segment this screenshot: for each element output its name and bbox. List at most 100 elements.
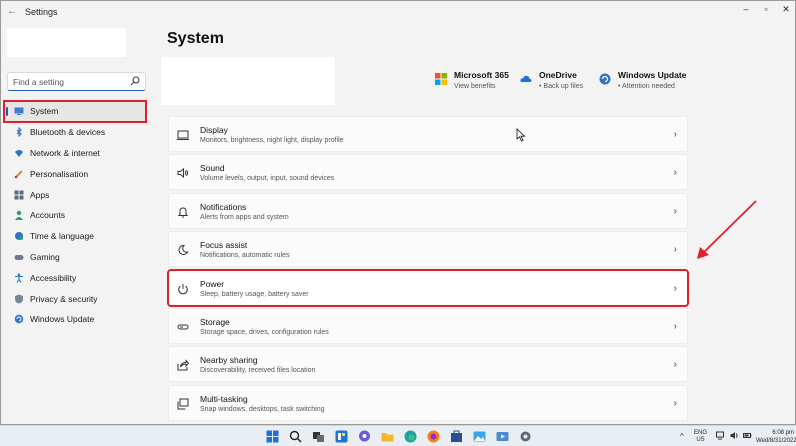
task-view-icon[interactable] — [312, 430, 325, 443]
minimize-icon[interactable]: – — [737, 4, 755, 14]
row-title: Multi-tasking — [200, 393, 248, 404]
cloud-icon — [520, 75, 532, 82]
quick-link-onedrive[interactable]: OneDrive • Back up files — [520, 70, 583, 90]
photos-icon[interactable] — [473, 430, 486, 443]
multitask-icon — [177, 398, 189, 410]
chevron-right-icon: › — [673, 359, 677, 371]
accessibility-icon — [14, 273, 24, 283]
row-title: Sound — [200, 163, 225, 174]
clock-time: 6:08 pm — [772, 430, 794, 436]
row-subtitle: Discoverability, received files location — [200, 367, 316, 375]
profile-card[interactable] — [7, 28, 126, 57]
row-title: Power — [200, 278, 225, 289]
sidebar-item-apps[interactable]: Apps — [4, 184, 146, 205]
sidebar-item-windows-update[interactable]: Windows Update — [4, 309, 146, 330]
selection-indicator — [6, 107, 8, 116]
search-box[interactable] — [7, 72, 146, 91]
microsoft-logo-icon — [435, 73, 447, 85]
device-info-card[interactable] — [161, 57, 335, 105]
wifi-icon — [14, 148, 24, 158]
chevron-right-icon: › — [673, 129, 677, 140]
app-title: Settings — [25, 7, 58, 17]
windows-start-icon[interactable] — [266, 430, 279, 443]
clock-date: Wed/8/31/2022 — [756, 438, 796, 444]
chevron-right-icon: › — [673, 282, 677, 294]
sidebar-item-label: Personalisation — [30, 168, 89, 179]
search-icon[interactable] — [289, 430, 302, 443]
sidebar-item-label: Privacy & security — [30, 293, 98, 304]
settings-row-storage[interactable]: Storage Storage space, drives, configura… — [168, 307, 688, 344]
sidebar-item-label: Bluetooth & devices — [30, 127, 106, 138]
close-icon[interactable]: ✕ — [777, 4, 795, 15]
file-explorer-icon[interactable] — [381, 430, 394, 443]
sidebar-item-personalisation[interactable]: Personalisation — [4, 163, 146, 184]
search-input[interactable] — [13, 75, 123, 89]
update-icon — [599, 73, 611, 85]
volume-icon[interactable] — [730, 431, 739, 440]
sidebar-item-privacy-security[interactable]: Privacy & security — [4, 288, 146, 309]
sidebar-item-label: Time & language — [30, 231, 94, 242]
sidebar-item-bluetooth[interactable]: Bluetooth & devices — [4, 122, 146, 143]
store-icon[interactable] — [450, 430, 463, 443]
row-subtitle: Sleep, battery usage, battery saver — [200, 290, 309, 298]
network-icon[interactable] — [716, 431, 725, 440]
shield-icon — [14, 294, 24, 304]
settings-row-sound[interactable]: Sound Volume levels, output, input, soun… — [168, 154, 688, 191]
maximize-icon[interactable]: ▫ — [757, 4, 775, 14]
row-subtitle: Storage space, drives, configuration rul… — [200, 328, 329, 336]
person-icon — [14, 210, 24, 221]
widgets-icon[interactable] — [335, 430, 348, 443]
row-title: Display — [200, 125, 228, 135]
row-subtitle: Alerts from apps and system — [200, 213, 289, 221]
settings-row-nearby-sharing[interactable]: Nearby sharing Discoverability, received… — [168, 346, 688, 383]
globe-clock-icon — [14, 231, 24, 241]
settings-row-notifications[interactable]: Notifications Alerts from apps and syste… — [168, 192, 688, 229]
language-indicator[interactable]: ENG US — [694, 430, 707, 444]
settings-gear-icon[interactable] — [519, 430, 532, 443]
settings-row-display[interactable]: Display Monitors, brightness, night ligh… — [168, 116, 688, 152]
moon-icon — [178, 245, 189, 256]
annotation-arrow-icon — [697, 200, 757, 259]
sidebar-item-accounts[interactable]: Accounts — [4, 205, 146, 226]
clock[interactable]: 6:08 pm Wed/8/31/2022 — [756, 429, 796, 445]
storage-icon — [177, 324, 189, 330]
region-code: US — [696, 437, 705, 443]
sidebar-item-accessibility[interactable]: Accessibility — [4, 267, 146, 288]
sidebar-item-label: Gaming — [30, 251, 60, 262]
settings-row-multi-tasking[interactable]: Multi-tasking Snap windows, desktops, ta… — [168, 384, 688, 421]
media-icon[interactable] — [496, 430, 509, 443]
update-icon — [14, 314, 24, 324]
sidebar-item-system[interactable]: System — [3, 100, 147, 123]
power-icon — [178, 283, 188, 294]
gamepad-icon — [14, 252, 24, 262]
sidebar-item-time-language[interactable]: Time & language — [4, 226, 146, 247]
chevron-up-icon[interactable]: ^ — [680, 432, 684, 441]
settings-row-power[interactable]: Power Sleep, battery usage, battery save… — [167, 268, 689, 307]
quick-link-title: Windows Update — [618, 70, 687, 80]
firefox-icon[interactable] — [427, 430, 440, 443]
edge-browser-icon[interactable] — [404, 430, 417, 443]
chat-icon[interactable] — [358, 430, 371, 443]
quick-link-subtitle: View benefits — [454, 83, 496, 90]
row-subtitle: Monitors, brightness, night light, displ… — [200, 137, 344, 144]
row-subtitle: Snap windows, desktops, task switching — [200, 405, 325, 413]
settings-row-focus-assist[interactable]: Focus assist Notifications, automatic ru… — [168, 231, 688, 268]
quick-link-subtitle: • Back up files — [539, 83, 584, 90]
arrow-left-icon[interactable]: ← — [7, 6, 17, 17]
sidebar-item-network[interactable]: Network & internet — [4, 143, 146, 164]
sidebar-item-gaming[interactable]: Gaming — [4, 247, 146, 268]
sidebar-item-label: Accessibility — [30, 272, 77, 283]
sidebar-item-label: Apps — [30, 189, 50, 200]
quick-link-title: Microsoft 365 — [454, 70, 509, 80]
chevron-right-icon: › — [673, 205, 677, 217]
quick-link-subtitle: • Attention needed — [618, 83, 675, 90]
quick-link-windows-update[interactable]: Windows Update • Attention needed — [599, 70, 686, 90]
sidebar-item-label: Accounts — [30, 210, 65, 221]
search-icon[interactable] — [130, 76, 140, 86]
share-icon — [177, 359, 189, 371]
display-icon — [177, 130, 189, 140]
quick-link-microsoft-365[interactable]: Microsoft 365 View benefits — [435, 70, 509, 90]
taskbar: ^ ENG US 6:08 pm Wed/8/31/2022 — [0, 425, 796, 446]
battery-icon[interactable] — [743, 431, 752, 440]
sidebar-item-label: Network & internet — [30, 147, 100, 158]
